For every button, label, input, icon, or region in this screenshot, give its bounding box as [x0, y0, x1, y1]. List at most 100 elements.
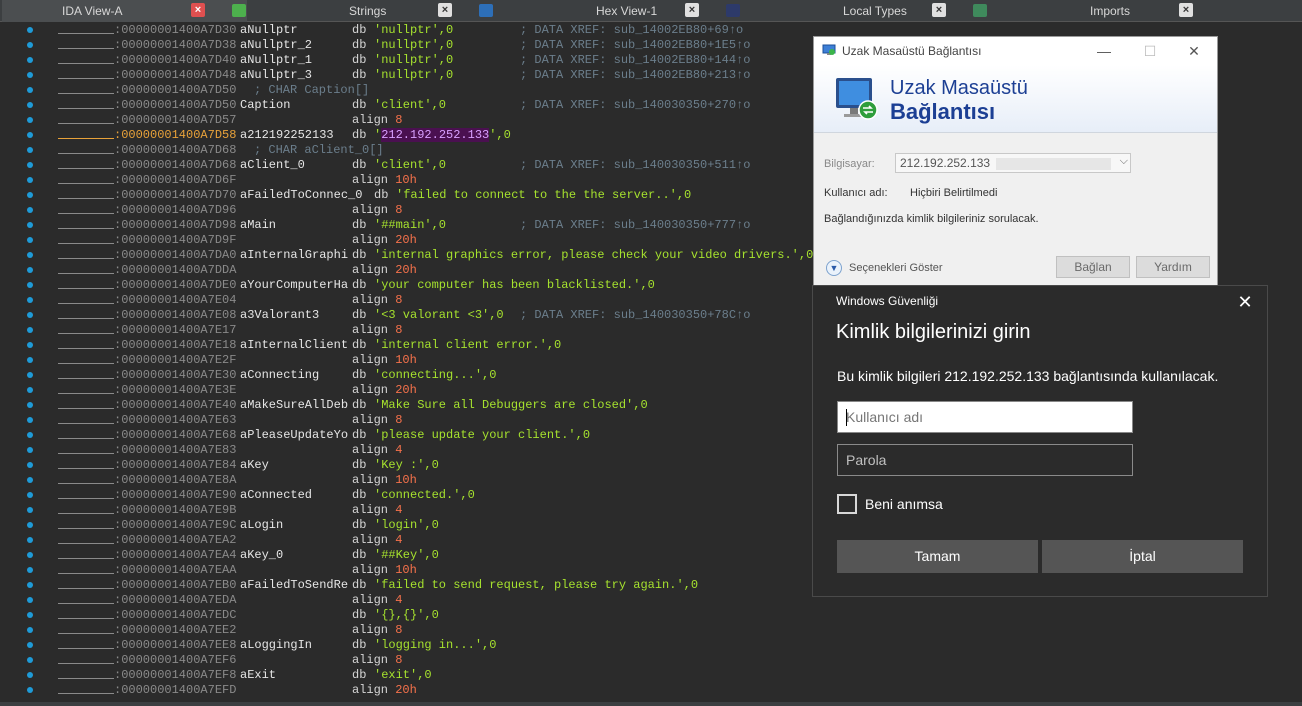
- listing-row[interactable]: :00000001400A7E17 align 8: [58, 323, 818, 338]
- listing-row[interactable]: :00000001400A7D6F align 10h: [58, 173, 818, 188]
- row-address[interactable]: :00000001400A7EAA: [114, 563, 236, 578]
- breakpoint-gutter[interactable]: [0, 22, 58, 706]
- breakpoint-dot[interactable]: [27, 657, 33, 663]
- row-operand[interactable]: 'login',0: [374, 518, 439, 533]
- breakpoint-dot[interactable]: [27, 672, 33, 678]
- breakpoint-dot[interactable]: [27, 267, 33, 273]
- row-address[interactable]: :00000001400A7D70: [114, 188, 236, 203]
- breakpoint-dot[interactable]: [27, 687, 33, 693]
- row-address[interactable]: :00000001400A7EE2: [114, 623, 236, 638]
- listing-row[interactable]: :00000001400A7DDA align 20h: [58, 263, 818, 278]
- breakpoint-dot[interactable]: [27, 177, 33, 183]
- row-operand[interactable]: 'client',0: [374, 98, 446, 113]
- row-label[interactable]: aConnecting: [240, 368, 319, 383]
- row-address[interactable]: :00000001400A7EA4: [114, 548, 236, 563]
- breakpoint-dot[interactable]: [27, 357, 33, 363]
- row-operand[interactable]: 'connecting...',0: [374, 368, 496, 383]
- row-address[interactable]: :00000001400A7E17: [114, 323, 236, 338]
- listing-row[interactable]: :00000001400A7E84 aKey db 'Key :',0: [58, 458, 818, 473]
- show-options-link[interactable]: Seçenekleri Göster: [849, 262, 943, 274]
- disassembly-listing[interactable]: :00000001400A7D30 aNullptr db 'nullptr',0 ; …: [58, 22, 818, 702]
- row-operand[interactable]: 'logging in...',0: [374, 638, 496, 653]
- listing-row[interactable]: :00000001400A7EFD align 20h: [58, 683, 818, 698]
- tab-hex-view-1[interactable]: Hex View-1 ×: [479, 0, 741, 22]
- row-label[interactable]: aInternalClient: [240, 338, 348, 353]
- listing-row[interactable]: :00000001400A7DE0 aYourComputerHa db 'your …: [58, 278, 818, 293]
- listing-row[interactable]: :00000001400A7D98 aMain db '##main',0 ; DATA…: [58, 218, 818, 233]
- listing-row[interactable]: :00000001400A7E2F align 10h: [58, 353, 818, 368]
- row-operand[interactable]: 'your computer has been blacklisted.',0: [374, 278, 655, 293]
- breakpoint-dot[interactable]: [27, 627, 33, 633]
- maximize-button[interactable]: ☐: [1136, 41, 1164, 61]
- listing-row[interactable]: :00000001400A7E83 align 4: [58, 443, 818, 458]
- listing-row[interactable]: :00000001400A7E18 aInternalClient db 'inter…: [58, 338, 818, 353]
- row-address[interactable]: :00000001400A7E30: [114, 368, 236, 383]
- listing-row[interactable]: :00000001400A7D50 Caption db 'client',0 ; DA…: [58, 98, 818, 113]
- tab-ida-view-a[interactable]: IDA View-A ×: [2, 0, 247, 22]
- breakpoint-dot[interactable]: [27, 207, 33, 213]
- row-address[interactable]: :00000001400A7D30: [114, 23, 236, 38]
- row-label[interactable]: aMakeSureAllDeb: [240, 398, 348, 413]
- row-address[interactable]: :00000001400A7EF6: [114, 653, 236, 668]
- row-address[interactable]: :00000001400A7D57: [114, 113, 236, 128]
- listing-row[interactable]: :00000001400A7E9B align 4: [58, 503, 818, 518]
- breakpoint-dot[interactable]: [27, 282, 33, 288]
- help-button[interactable]: Yardım: [1136, 256, 1210, 278]
- row-label[interactable]: aNullptr: [240, 23, 298, 38]
- row-address[interactable]: :00000001400A7D50: [114, 83, 236, 98]
- tab-strings[interactable]: Strings ×: [232, 0, 494, 22]
- listing-row[interactable]: :00000001400A7EDA align 4: [58, 593, 818, 608]
- listing-row[interactable]: :00000001400A7D9F align 20h: [58, 233, 818, 248]
- row-operand[interactable]: 'failed to send request, please try agai…: [374, 578, 698, 593]
- breakpoint-dot[interactable]: [27, 432, 33, 438]
- listing-row[interactable]: :00000001400A7E08 a3Valorant3 db '<3 valora…: [58, 308, 818, 323]
- row-address[interactable]: :00000001400A7E40: [114, 398, 236, 413]
- row-address[interactable]: :00000001400A7E68: [114, 428, 236, 443]
- row-address[interactable]: :00000001400A7E18: [114, 338, 236, 353]
- listing-row[interactable]: :00000001400A7EA2 align 4: [58, 533, 818, 548]
- tab-close-icon[interactable]: ×: [1179, 3, 1193, 17]
- breakpoint-dot[interactable]: [27, 612, 33, 618]
- breakpoint-dot[interactable]: [27, 252, 33, 258]
- breakpoint-dot[interactable]: [27, 552, 33, 558]
- breakpoint-dot[interactable]: [27, 372, 33, 378]
- row-address[interactable]: :00000001400A7E8A: [114, 473, 236, 488]
- listing-row[interactable]: :00000001400A7D38 aNullptr_2 db 'nullptr',0…: [58, 38, 818, 53]
- row-operand[interactable]: 'failed to connect to the the server..',…: [396, 188, 691, 203]
- row-label[interactable]: aFailedToConnec_0: [240, 188, 362, 203]
- listing-row[interactable]: :00000001400A7EAA align 10h: [58, 563, 818, 578]
- row-address[interactable]: :00000001400A7E2F: [114, 353, 236, 368]
- row-address[interactable]: :00000001400A7DDA: [114, 263, 236, 278]
- breakpoint-dot[interactable]: [27, 147, 33, 153]
- close-button[interactable]: ✕: [1180, 41, 1208, 61]
- breakpoint-dot[interactable]: [27, 87, 33, 93]
- row-address[interactable]: :00000001400A7E9B: [114, 503, 236, 518]
- listing-row[interactable]: :00000001400A7E63 align 8: [58, 413, 818, 428]
- listing-row[interactable]: :00000001400A7D57 align 8: [58, 113, 818, 128]
- listing-row[interactable]: :00000001400A7E30 aConnecting db 'connectin…: [58, 368, 818, 383]
- breakpoint-dot[interactable]: [27, 387, 33, 393]
- row-address[interactable]: :00000001400A7E08: [114, 308, 236, 323]
- tab-imports[interactable]: Imports ×: [973, 0, 1235, 22]
- breakpoint-dot[interactable]: [27, 72, 33, 78]
- row-label[interactable]: aNullptr_2: [240, 38, 312, 53]
- breakpoint-dot[interactable]: [27, 102, 33, 108]
- row-operand[interactable]: 'client',0: [374, 158, 446, 173]
- row-address[interactable]: :00000001400A7D58: [114, 128, 236, 143]
- breakpoint-dot[interactable]: [27, 327, 33, 333]
- row-label[interactable]: aNullptr_1: [240, 53, 312, 68]
- breakpoint-dot[interactable]: [27, 27, 33, 33]
- breakpoint-dot[interactable]: [27, 162, 33, 168]
- listing-row[interactable]: :00000001400A7EF6 align 8: [58, 653, 818, 668]
- row-label[interactable]: a3Valorant3: [240, 308, 319, 323]
- row-label[interactable]: aKey_0: [240, 548, 283, 563]
- listing-row[interactable]: :00000001400A7D96 align 8: [58, 203, 818, 218]
- row-address[interactable]: :00000001400A7E3E: [114, 383, 236, 398]
- tab-close-icon[interactable]: ×: [932, 3, 946, 17]
- row-operand[interactable]: 'nullptr',0: [374, 23, 453, 38]
- breakpoint-dot[interactable]: [27, 537, 33, 543]
- row-address[interactable]: :00000001400A7D68: [114, 158, 236, 173]
- breakpoint-dot[interactable]: [27, 582, 33, 588]
- password-input[interactable]: Parola: [837, 444, 1133, 476]
- row-address[interactable]: :00000001400A7EDC: [114, 608, 236, 623]
